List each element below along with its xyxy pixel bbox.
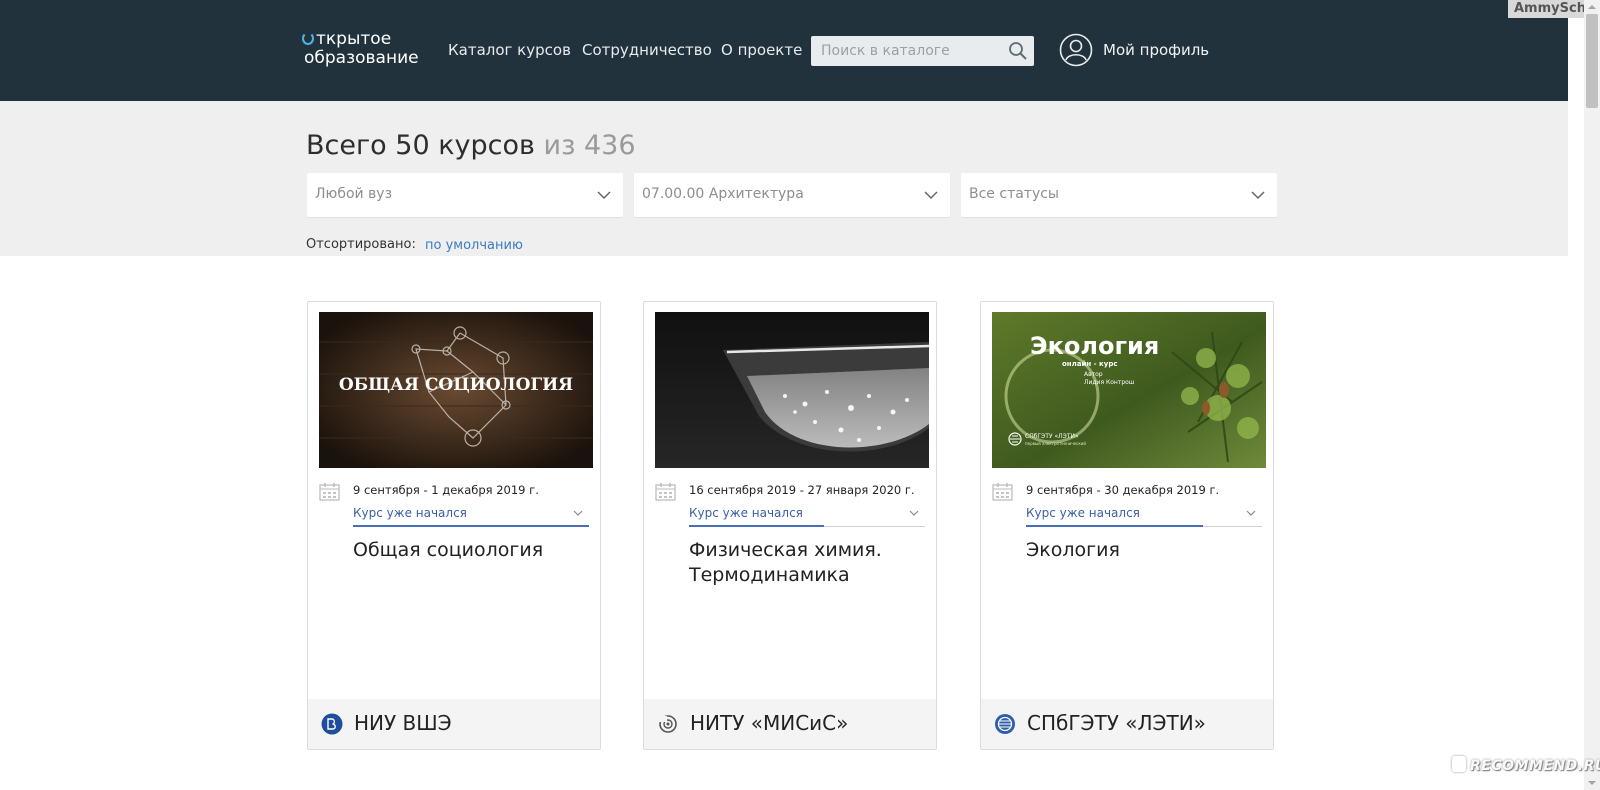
course-image-author-name: Лидия Контрош [1084, 379, 1134, 386]
sort-label: Отсортировано: [306, 237, 416, 252]
course-image-caption: Экология [1030, 332, 1159, 360]
scroll-up-arrow-icon[interactable] [1584, 0, 1600, 14]
sort-option-link[interactable]: по умолчанию [425, 238, 523, 253]
course-progress-fill [1026, 525, 1203, 527]
calendar-icon [992, 483, 1013, 501]
course-image [655, 312, 929, 468]
top-navigation-bar: ткрытое образование Каталог курсов Сотру… [0, 0, 1568, 101]
course-card[interactable]: Экология онлайн - курс Автор Лидия Контр… [980, 301, 1274, 750]
hse-logo-icon [321, 713, 343, 735]
course-dates: 9 сентября - 1 декабря 2019 г. [353, 483, 539, 497]
search-icon[interactable] [1008, 41, 1028, 61]
course-image-org-sub: первый электротехнический [1025, 441, 1086, 446]
status-filter-value: Все статусы [969, 186, 1059, 202]
recommend-badge-icon [1452, 756, 1466, 772]
course-university[interactable]: НИУ ВШЭ [308, 699, 600, 749]
direction-filter-select[interactable]: 07.00.00 Архитектура [634, 173, 950, 217]
course-image: Экология онлайн - курс Автор Лидия Контр… [992, 312, 1266, 468]
calendar-icon [319, 483, 340, 501]
course-image-org: СПбГЭТУ «ЛЭТИ» [1025, 433, 1079, 440]
course-university[interactable]: НИТУ «МИСиС» [644, 699, 936, 749]
course-university[interactable]: СПбГЭТУ «ЛЭТИ» [981, 699, 1273, 749]
logo-line-2: образование [304, 48, 419, 68]
course-title[interactable]: Экология [1026, 538, 1261, 563]
calendar-icon [655, 483, 676, 501]
logo-line-1: ткрытое [316, 29, 392, 49]
user-avatar-icon [1059, 33, 1093, 67]
search-box [811, 36, 1034, 66]
course-image-subcaption: онлайн - курс [1062, 360, 1118, 368]
course-image-author-label: Автор [1084, 371, 1103, 378]
course-card[interactable]: ОБЩАЯ СОЦИОЛОГИЯ 9 сентября - 1 декабря … [307, 301, 601, 750]
page-scrollbar[interactable] [1584, 0, 1600, 790]
nav-cooperation-link[interactable]: Сотрудничество [582, 40, 712, 60]
profile-label: Мой профиль [1103, 41, 1210, 59]
course-progress-bar [1026, 525, 1262, 527]
course-card[interactable]: 16 сентября 2019 - 27 января 2020 г. Кур… [643, 301, 937, 750]
chevron-down-icon[interactable] [573, 508, 583, 518]
nav-about-link[interactable]: О проекте [721, 40, 802, 60]
course-status[interactable]: Курс уже начался [689, 506, 803, 520]
university-name: НИУ ВШЭ [354, 711, 452, 735]
chevron-down-icon [924, 191, 938, 200]
course-progress-bar [353, 525, 589, 527]
course-image-caption: ОБЩАЯ СОЦИОЛОГИЯ [339, 375, 573, 395]
course-dates: 9 сентября - 30 декабря 2019 г. [1026, 483, 1220, 497]
course-progress-fill [689, 525, 824, 527]
search-input[interactable] [811, 36, 1001, 66]
misis-logo-icon [659, 715, 677, 733]
university-name: НИТУ «МИСиС» [690, 711, 849, 735]
courses-total-heading: Всего 50 курсов из 436 [306, 130, 636, 161]
chevron-down-icon [597, 191, 611, 200]
course-progress-fill [353, 525, 589, 527]
direction-filter-value: 07.00.00 Архитектура [642, 186, 804, 202]
course-status[interactable]: Курс уже начался [353, 506, 467, 520]
university-filter-select[interactable]: Любой вуз [307, 173, 623, 217]
chevron-down-icon[interactable] [909, 508, 919, 518]
course-progress-bar [689, 525, 925, 527]
course-title[interactable]: Общая социология [353, 538, 588, 563]
courses-count: Всего 50 курсов [306, 130, 535, 161]
courses-total-of: из 436 [543, 130, 636, 161]
course-image: ОБЩАЯ СОЦИОЛОГИЯ [319, 312, 593, 468]
chevron-down-icon [1251, 191, 1265, 200]
university-filter-value: Любой вуз [315, 186, 393, 202]
watermark-bottom: RECOMMEND.RU [1452, 756, 1600, 774]
scrollbar-thumb[interactable] [1586, 14, 1598, 108]
course-dates: 16 сентября 2019 - 27 января 2020 г. [689, 483, 915, 497]
course-title[interactable]: Физическая химия. Термодинамика [689, 538, 924, 588]
nav-catalog-link[interactable]: Каталог курсов [448, 40, 571, 60]
eltech-logo-icon [995, 714, 1015, 734]
scroll-down-arrow-icon[interactable] [1584, 776, 1600, 790]
status-filter-select[interactable]: Все статусы [961, 173, 1277, 217]
university-name: СПбГЭТУ «ЛЭТИ» [1027, 711, 1206, 735]
chevron-down-icon[interactable] [1246, 508, 1256, 518]
course-status[interactable]: Курс уже начался [1026, 506, 1140, 520]
watermark-bottom-text: RECOMMEND.RU [1470, 758, 1600, 774]
site-logo[interactable]: ткрытое образование [302, 29, 428, 70]
